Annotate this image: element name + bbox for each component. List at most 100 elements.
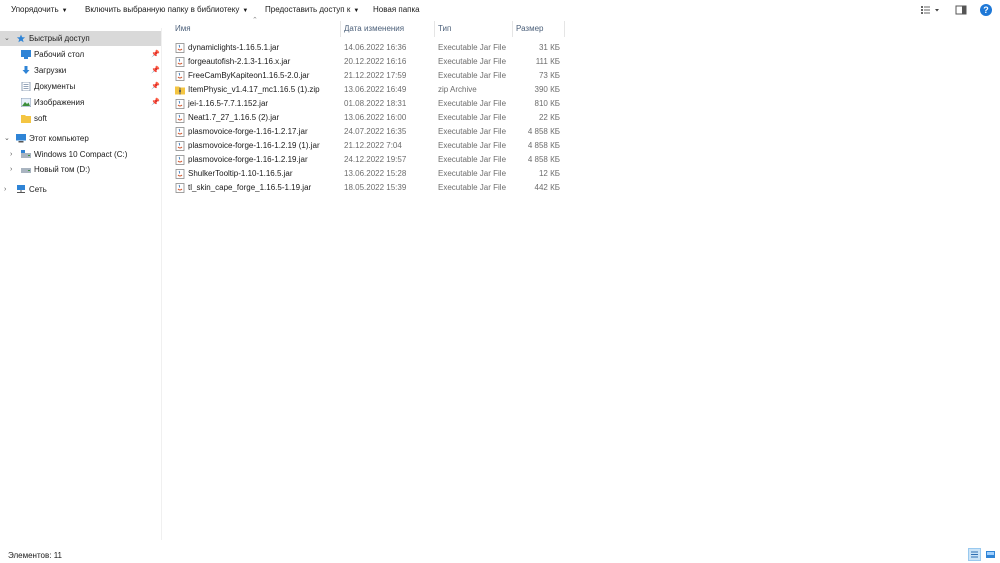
jar-icon (175, 71, 185, 81)
column-header-type[interactable]: Тип (438, 20, 512, 38)
change-view-button[interactable] (919, 3, 943, 17)
file-row[interactable]: plasmovoice-forge-1.16-1.2.19 (1).jar 21… (172, 139, 566, 153)
file-name: plasmovoice-forge-1.16-1.2.17.jar (188, 127, 308, 136)
column-header-size[interactable]: Размер (516, 20, 564, 38)
sidebar-item-downloads[interactable]: Загрузки 📌 (0, 63, 161, 78)
jar-icon (175, 99, 185, 109)
column-divider[interactable] (564, 21, 565, 37)
sidebar-item-quick-access[interactable]: ⌄ Быстрый доступ (0, 31, 161, 46)
include-library-label: Включить выбранную папку в библиотеку (85, 5, 240, 14)
file-date: 13.06.2022 15:28 (344, 169, 407, 178)
chevron-down-icon: ▼ (242, 8, 249, 14)
file-row[interactable]: ShulkerTooltip-1.10-1.16.5.jar 13.06.202… (172, 167, 566, 181)
sidebar-item-network[interactable]: › Сеть (0, 182, 161, 197)
file-name: plasmovoice-forge-1.16-1.2.19 (1).jar (188, 141, 320, 150)
pin-icon: 📌 (151, 67, 160, 74)
sidebar-item-pictures[interactable]: Изображения 📌 (0, 95, 161, 110)
file-date: 13.06.2022 16:00 (344, 113, 407, 122)
jar-icon (175, 113, 185, 123)
file-date: 21.12.2022 17:59 (344, 71, 407, 80)
file-size: 31 КБ (538, 43, 560, 52)
view-options-icon (921, 6, 939, 14)
command-bar: Упорядочить ▼ Включить выбранную папку в … (0, 0, 1000, 20)
jar-icon (175, 127, 185, 137)
file-type: Executable Jar File (438, 71, 507, 80)
file-row[interactable]: Neat1.7_27_1.16.5 (2).jar 13.06.2022 16:… (172, 111, 566, 125)
column-header-name[interactable]: Имя (175, 20, 340, 38)
organize-button[interactable]: Упорядочить ▼ (11, 0, 68, 20)
file-row[interactable]: ItemPhysic_v1.4.17_mc1.16.5 (1).zip 13.0… (172, 83, 566, 97)
large-icons-view-icon (986, 551, 995, 558)
file-type: Executable Jar File (438, 127, 507, 136)
file-name: tl_skin_cape_forge_1.16.5-1.19.jar (188, 183, 312, 192)
sidebar-item-documents[interactable]: Документы 📌 (0, 79, 161, 94)
file-size: 4 858 КБ (527, 127, 560, 136)
status-item-count: Элементов: 11 (8, 551, 62, 560)
chevron-down-icon: ⌄ (4, 35, 10, 42)
file-type: Executable Jar File (438, 183, 507, 192)
file-size: 4 858 КБ (527, 141, 560, 150)
file-date: 21.12.2022 7:04 (344, 141, 402, 150)
star-icon (16, 34, 26, 43)
folder-icon (21, 115, 31, 123)
help-label: ? (983, 5, 989, 15)
file-date: 18.05.2022 15:39 (344, 183, 407, 192)
file-name: plasmovoice-forge-1.16-1.2.19.jar (188, 155, 308, 164)
include-in-library-button[interactable]: Включить выбранную папку в библиотеку ▼ (85, 0, 248, 20)
file-row[interactable]: plasmovoice-forge-1.16-1.2.17.jar 24.07.… (172, 125, 566, 139)
file-row[interactable]: plasmovoice-forge-1.16-1.2.19.jar 24.12.… (172, 153, 566, 167)
file-type: Executable Jar File (438, 169, 507, 178)
sidebar-item-label: Этот компьютер (29, 134, 89, 143)
file-date: 24.07.2022 16:35 (344, 127, 407, 136)
preview-pane-icon (955, 5, 967, 15)
share-with-button[interactable]: Предоставить доступ к ▼ (265, 0, 359, 20)
column-divider[interactable] (340, 21, 341, 37)
file-size: 442 КБ (534, 183, 560, 192)
sidebar-item-label: Быстрый доступ (29, 34, 90, 43)
preview-pane-button[interactable] (954, 3, 968, 17)
sidebar-item-label: Windows 10 Compact (C:) (34, 150, 128, 159)
jar-icon (175, 183, 185, 193)
organize-label: Упорядочить (11, 5, 59, 14)
file-size: 12 КБ (538, 169, 560, 178)
jar-icon (175, 155, 185, 165)
sidebar-item-label: Новый том (D:) (34, 165, 90, 174)
file-row[interactable]: jei-1.16.5-7.7.1.152.jar 01.08.2022 18:3… (172, 97, 566, 111)
file-date: 14.06.2022 16:36 (344, 43, 407, 52)
sidebar-item-desktop[interactable]: Рабочий стол 📌 (0, 47, 161, 62)
file-row[interactable]: forgeautofish-2.1.3-1.16.x.jar 20.12.202… (172, 55, 566, 69)
sidebar-item-this-pc[interactable]: ⌄ Этот компьютер (0, 131, 161, 146)
sidebar-item-soft[interactable]: soft (0, 111, 161, 126)
pictures-icon (21, 98, 31, 107)
share-label: Предоставить доступ к (265, 5, 351, 14)
details-view-icon (971, 551, 978, 558)
sidebar-item-drive-c[interactable]: › Windows 10 Compact (C:) (0, 147, 161, 162)
file-type: Executable Jar File (438, 141, 507, 150)
column-header-date[interactable]: Дата изменения (344, 20, 434, 38)
file-row[interactable]: dynamiclights-1.16.5.1.jar 14.06.2022 16… (172, 41, 566, 55)
file-type: Executable Jar File (438, 99, 507, 108)
file-row[interactable]: FreeCamByKapiteon1.16.5-2.0.jar 21.12.20… (172, 69, 566, 83)
file-row[interactable]: tl_skin_cape_forge_1.16.5-1.19.jar 18.05… (172, 181, 566, 195)
details-view-button[interactable] (968, 548, 981, 561)
download-icon (22, 66, 30, 74)
column-divider[interactable] (512, 21, 513, 37)
file-size: 810 КБ (534, 99, 560, 108)
file-size: 22 КБ (538, 113, 560, 122)
file-name: FreeCamByKapiteon1.16.5-2.0.jar (188, 71, 310, 80)
pin-icon: 📌 (151, 99, 160, 106)
help-button[interactable]: ? (979, 3, 993, 17)
navigation-pane: ⌄ Быстрый доступ Рабочий стол 📌 Загрузки… (0, 28, 162, 540)
column-divider[interactable] (434, 21, 435, 37)
file-name: dynamiclights-1.16.5.1.jar (188, 43, 280, 52)
new-folder-button[interactable]: Новая папка (373, 0, 420, 20)
sidebar-item-drive-d[interactable]: › Новый том (D:) (0, 162, 161, 177)
zip-icon (175, 86, 185, 95)
large-icons-view-button[interactable] (984, 548, 997, 561)
file-name: forgeautofish-2.1.3-1.16.x.jar (188, 57, 291, 66)
chevron-right-icon: › (10, 166, 13, 173)
file-date: 13.06.2022 16:49 (344, 85, 407, 94)
sidebar-item-label: Сеть (29, 185, 47, 194)
sidebar-item-label: Загрузки (34, 66, 67, 75)
chevron-down-icon: ⌄ (4, 135, 10, 142)
